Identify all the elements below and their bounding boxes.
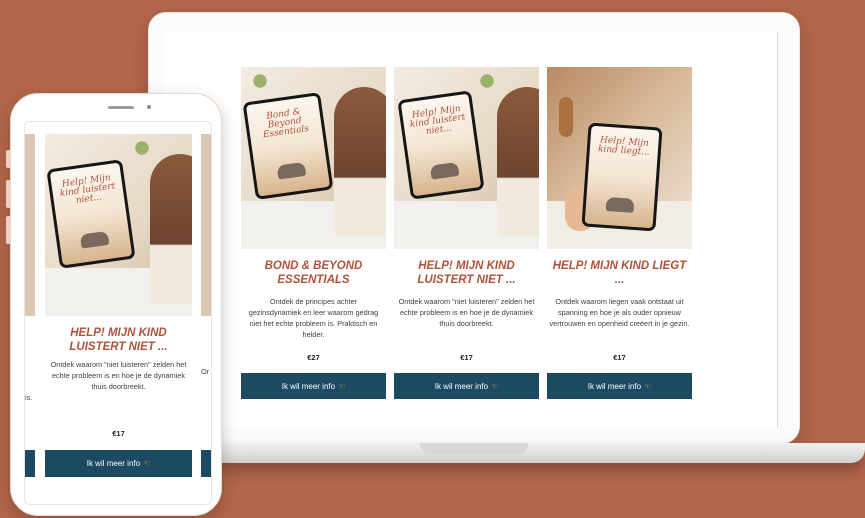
more-info-button[interactable]: Ik wil meer info ☜ [394, 373, 539, 399]
ebook-cover-title: Help! Mijn kind luistert niet... [59, 172, 116, 206]
product-image: Bond & Beyond Essentials [241, 67, 386, 249]
button-label: Ik wil meer info [587, 381, 642, 391]
person-hair [497, 87, 539, 237]
product-image: Help! Mijn kind luistert niet... [45, 134, 192, 316]
phone-side-button [6, 150, 11, 168]
ebook-cover-title: Help! Mijn kind liegt... [597, 135, 650, 158]
card-title: HELP! MIJN KIND LUISTERT NIET ... [69, 327, 168, 353]
phone-screen: is. Help! Mijn kind luistert niet... HEL… [24, 121, 212, 505]
elephant-illustration [276, 161, 307, 180]
product-image: Help! Mijn kind liegt... [547, 67, 692, 249]
more-info-button[interactable]: Ik wil meer info ☜ [547, 373, 692, 399]
next-card-button[interactable] [201, 450, 211, 477]
ebook-cover: Help! Mijn kind luistert niet... [400, 93, 482, 197]
card-title: HELP! MIJN KIND LIEGT ... [552, 260, 687, 286]
more-info-button[interactable]: Ik wil meer info ☜ [45, 450, 192, 477]
tablet-mockup: Bond & Beyond Essentials [242, 92, 334, 200]
button-label: Ik wil meer info [434, 381, 489, 391]
card-description: Ontdek waarom liegen vaak ontstaat uit s… [549, 297, 690, 328]
ebook-cover: Bond & Beyond Essentials [245, 95, 331, 197]
card-description: Ontdek de principes achter gezinsdynamie… [248, 297, 379, 339]
ebook-cover: Help! Mijn kind luistert niet... [49, 162, 133, 266]
previous-card-text: is. [25, 393, 33, 402]
card-description: Ontdek waarom "niet luisteren" zelden he… [398, 297, 535, 328]
ebook-cover-title: Help! Mijn kind luistert niet... [409, 103, 466, 137]
plant-decoration [247, 71, 273, 91]
card-price: €17 [613, 353, 626, 362]
card-title: BOND & BEYOND ESSENTIALS [264, 260, 363, 286]
tablet-mockup: Help! Mijn kind luistert niet... [397, 90, 485, 200]
tablet-mockup: Help! Mijn kind luistert niet... [46, 159, 136, 269]
laptop-trackpad-notch [420, 443, 528, 454]
product-card-bond-beyond: Bond & Beyond Essentials BOND & BEYOND E… [241, 67, 386, 401]
phone-frame: is. Help! Mijn kind luistert niet... HEL… [10, 93, 222, 516]
plant-decoration [129, 138, 155, 158]
button-label: Ik wil meer info [86, 459, 141, 468]
pointing-hand-icon: ☜ [143, 459, 151, 468]
elephant-illustration [605, 196, 635, 213]
product-image: Help! Mijn kind luistert niet... [394, 67, 539, 249]
pointing-hand-icon: ☜ [491, 381, 499, 391]
elephant-illustration [79, 230, 110, 249]
phone-speaker [108, 106, 134, 109]
pointing-hand-icon: ☜ [338, 381, 346, 391]
card-price: €27 [307, 353, 320, 362]
next-card-text: Or [201, 367, 210, 376]
vase-decoration [559, 97, 573, 137]
product-card-luistert-niet-mobile: Help! Mijn kind luistert niet... HELP! M… [45, 134, 192, 480]
ebook-cover: Help! Mijn kind liegt... [584, 125, 660, 229]
phone-side-button [6, 216, 11, 244]
card-price: €17 [112, 429, 125, 438]
person-hair [150, 154, 192, 304]
button-label: Ik wil meer info [281, 381, 336, 391]
card-title: HELP! MIJN KIND LUISTERT NIET ... [417, 260, 516, 286]
card-description: Ontdek waarom "niet luisteren" zelden he… [50, 360, 187, 391]
elephant-illustration [429, 161, 460, 180]
card-price: €17 [460, 353, 473, 362]
ebook-cover-title: Bond & Beyond Essentials [262, 106, 310, 141]
previous-card-button[interactable] [25, 450, 35, 477]
previous-card-peek [25, 134, 35, 316]
product-card-luistert-niet: Help! Mijn kind luistert niet... HELP! M… [394, 67, 539, 401]
phone-camera [147, 105, 151, 109]
person-hair [334, 87, 386, 237]
plant-decoration [474, 71, 500, 91]
phone-side-button [6, 180, 11, 208]
next-card-peek [201, 134, 211, 316]
product-card-liegt: Help! Mijn kind liegt... HELP! MIJN KIND… [547, 67, 692, 401]
pointing-hand-icon: ☜ [644, 381, 652, 391]
tablet-mockup: Help! Mijn kind liegt... [581, 122, 663, 232]
more-info-button[interactable]: Ik wil meer info ☜ [241, 373, 386, 399]
